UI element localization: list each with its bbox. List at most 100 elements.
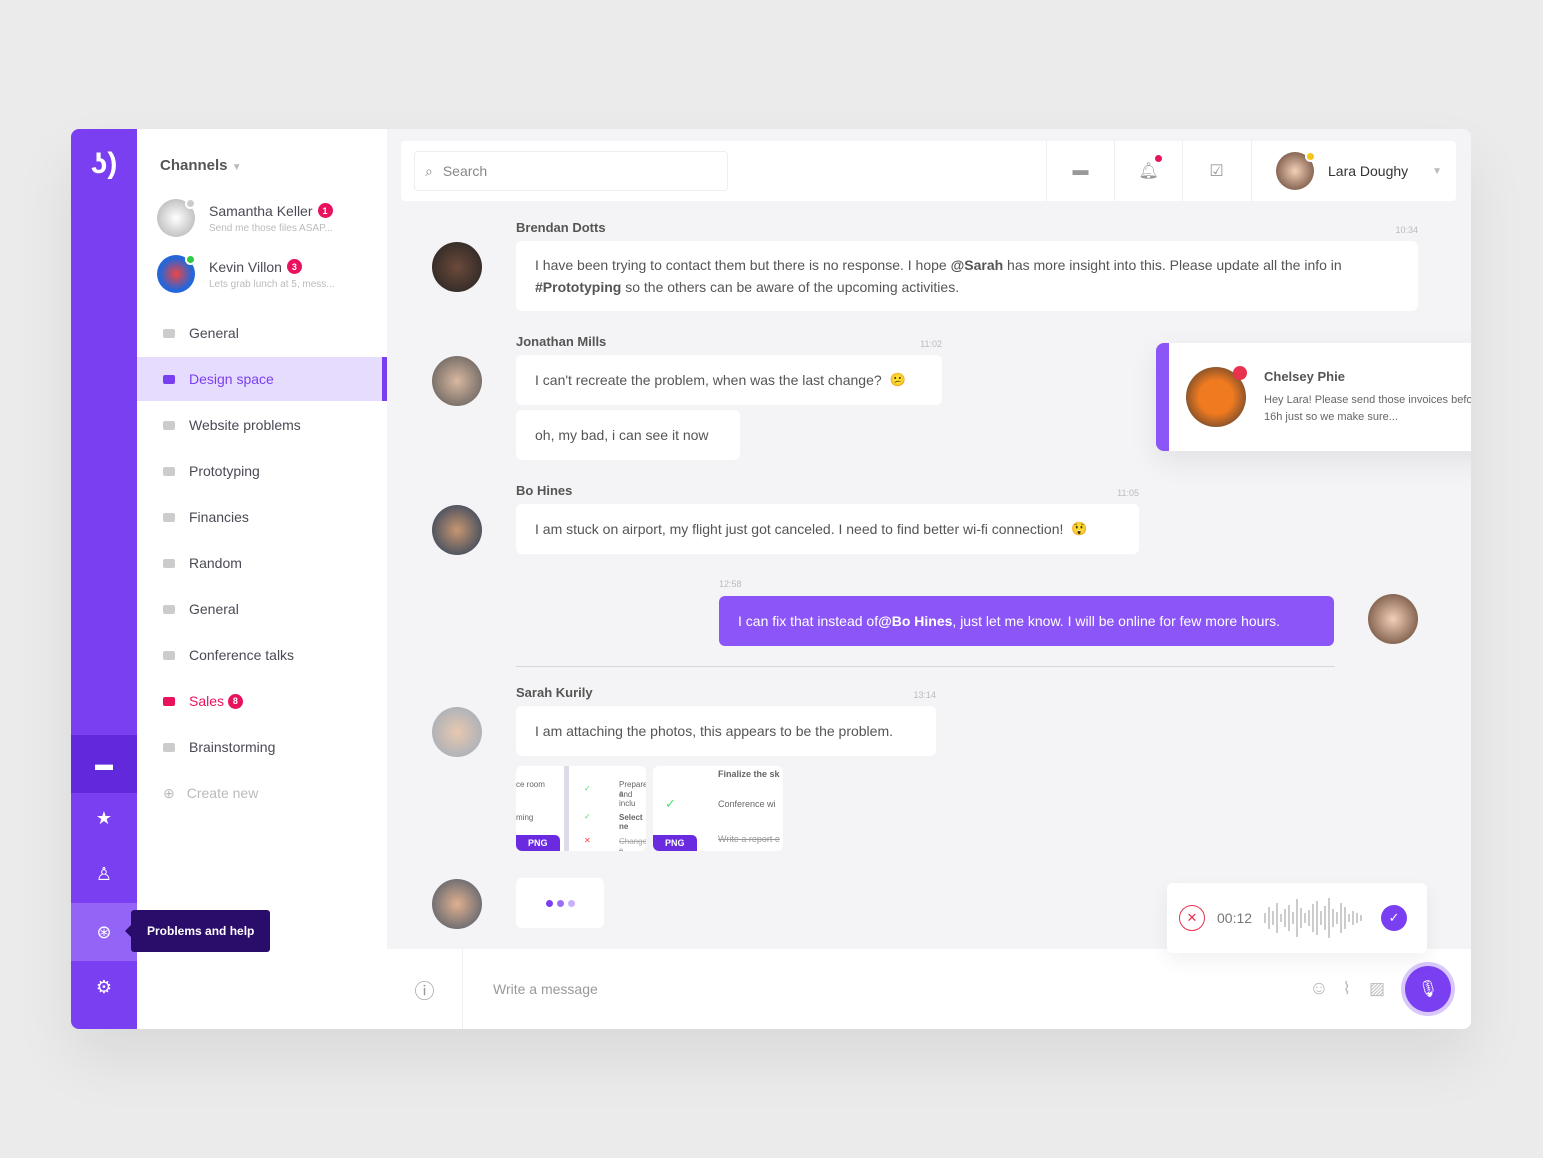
sender-name: Bo Hines xyxy=(516,483,573,498)
logo: ʖ) xyxy=(90,147,118,180)
image-divider xyxy=(564,766,569,851)
message: Jonathan Mills 11:02 I can't recreate th… xyxy=(516,334,942,460)
channel-icon xyxy=(163,328,175,338)
channel-conference-talks[interactable]: Conference talks xyxy=(137,633,387,677)
image-text: and inclu xyxy=(619,790,636,808)
unread-badge: 8 xyxy=(227,693,243,709)
image-icon[interactable]: ▨ xyxy=(1369,979,1385,999)
message: Sarah Kurily 13:14 I am attaching the ph… xyxy=(516,685,936,756)
file-type-badge: PNG xyxy=(653,835,697,851)
folder-icon[interactable]: ▬ xyxy=(1046,141,1114,201)
info-icon[interactable]: ⓘ xyxy=(387,949,463,1029)
channel-label: Prototyping xyxy=(189,463,260,479)
create-new-channel[interactable]: ⊕ Create new xyxy=(137,771,387,815)
mention[interactable]: @Bo Hines xyxy=(878,610,952,632)
channels-dropdown[interactable]: Channels ▼ xyxy=(160,157,242,174)
microphone-button[interactable]: 🎙︎ xyxy=(1405,966,1451,1012)
image-text: ming xyxy=(516,813,534,822)
channel-icon xyxy=(163,558,175,568)
channel-website-problems[interactable]: Website problems xyxy=(137,403,387,447)
confirm-recording-button[interactable]: ✓ xyxy=(1381,905,1408,931)
plus-circle-icon: ⊕ xyxy=(163,784,175,801)
mention[interactable]: @Sarah xyxy=(951,257,1004,273)
dm-item[interactable]: Samantha Keller 1 Send me those files ASAP… xyxy=(157,198,333,237)
timestamp: 11:02 xyxy=(920,339,942,349)
message: Bo Hines 11:05 I am stuck on airport, my… xyxy=(516,483,1139,554)
channel-design-space[interactable]: Design space xyxy=(137,357,387,401)
waveform-bar xyxy=(1280,914,1283,922)
waveform-bar xyxy=(1352,911,1355,925)
channel-prototyping[interactable]: Prototyping xyxy=(137,449,387,493)
channel-financies[interactable]: Financies xyxy=(137,495,387,539)
channel-label: Brainstorming xyxy=(189,739,276,755)
waveform-bar xyxy=(1268,907,1271,929)
cross-icon: ✕ xyxy=(584,836,591,845)
timestamp: 13:14 xyxy=(913,690,936,700)
channel-brainstorming[interactable]: Brainstorming xyxy=(137,725,387,769)
message-input[interactable]: Write a message xyxy=(493,981,1309,997)
check-icon: ✓ xyxy=(584,812,591,821)
top-bar: ⌕ Search ▬ 🔔︎ ☑ Lara Doughy ▼ xyxy=(401,141,1456,201)
waveform-bar xyxy=(1308,910,1311,926)
message-text: so the others can be aware of the upcomi… xyxy=(621,279,960,295)
waveform-bar xyxy=(1332,909,1335,927)
message-text: I am stuck on airport, my flight just go… xyxy=(535,521,1064,537)
dm-preview: Send me those files ASAP... xyxy=(209,222,333,234)
message-text: I can't recreate the problem, when was t… xyxy=(535,372,882,388)
waveform-bar xyxy=(1348,914,1351,922)
channel-label: Create new xyxy=(186,785,259,801)
voice-recorder: ✕ 00:12 ✓ xyxy=(1167,883,1427,953)
image-attachment[interactable]: Finalize the sk ✓ Conference wi Write a r… xyxy=(653,766,783,851)
cancel-recording-button[interactable]: ✕ xyxy=(1179,905,1205,931)
channel-icon xyxy=(163,466,175,476)
unread-badge: 1 xyxy=(317,203,333,218)
bell-icon[interactable]: 🔔︎ xyxy=(1114,141,1182,201)
chat-icon[interactable]: ▬ xyxy=(71,735,137,793)
channel-general-2[interactable]: General xyxy=(137,587,387,631)
star-icon[interactable]: ★ xyxy=(71,789,137,847)
dm-item[interactable]: Kevin Villon 3 Lets grab lunch at 5, mess.… xyxy=(157,254,335,293)
message-bubble: oh, my bad, i can see it now xyxy=(516,410,740,460)
waveform-bar xyxy=(1356,913,1359,923)
channel-general[interactable]: General xyxy=(137,311,387,355)
dm-name: Kevin Villon xyxy=(209,258,282,275)
search-input[interactable]: ⌕ Search xyxy=(414,151,728,191)
gear-icon[interactable]: ⚙ xyxy=(71,958,137,1016)
hashtag[interactable]: #Prototyping xyxy=(535,279,621,295)
channel-label: General xyxy=(189,325,239,341)
dm-name: Samantha Keller xyxy=(209,202,313,219)
emoji-icon[interactable]: ☺ xyxy=(1309,978,1328,1000)
unread-badge: 3 xyxy=(286,259,302,274)
task-check-icon[interactable]: ☑ xyxy=(1182,141,1250,201)
message-notification[interactable]: Chelsey Phie Hey Lara! Please send those… xyxy=(1156,343,1471,451)
avatar xyxy=(432,242,482,292)
user-avatar xyxy=(1276,151,1316,190)
chevron-down-icon: ▼ xyxy=(1432,165,1443,177)
channel-icon xyxy=(163,420,175,430)
avatar xyxy=(432,505,482,555)
message: Brendan Dotts 10:34 I have been trying t… xyxy=(516,220,1418,311)
own-message-bubble: I can fix that instead of @Bo Hines, jus… xyxy=(719,596,1334,646)
channel-sidebar: Channels ▼ Samantha Keller 1 Send me those… xyxy=(137,129,387,1029)
channel-sales[interactable]: Sales 8 xyxy=(137,679,387,723)
channel-icon xyxy=(163,374,175,384)
channel-label: General xyxy=(189,601,239,617)
waveform-bar xyxy=(1312,904,1315,932)
user-menu[interactable]: Lara Doughy ▼ xyxy=(1251,141,1456,201)
channel-label: Financies xyxy=(189,509,249,525)
paperclip-icon[interactable]: ⌇ xyxy=(1343,979,1351,999)
channel-label: Design space xyxy=(189,371,274,387)
channel-icon xyxy=(163,604,175,614)
channel-random[interactable]: Random xyxy=(137,541,387,585)
message-bubble: I have been trying to contact them but t… xyxy=(516,241,1418,311)
message-text: I have been trying to contact them but t… xyxy=(535,257,951,273)
waveform-bar xyxy=(1340,903,1343,933)
message-bubble: I am attaching the photos, this appears … xyxy=(516,706,936,756)
channel-label: Website problems xyxy=(189,417,301,433)
image-attachment[interactable]: ce room ming ✓ Prepare a and inclu ✓ Selec… xyxy=(516,766,646,851)
waveform-bar xyxy=(1288,905,1291,931)
user-add-icon[interactable]: ♙ xyxy=(71,845,137,903)
waveform-bar xyxy=(1324,906,1327,930)
search-placeholder: Search xyxy=(442,163,488,179)
waveform-bar xyxy=(1320,911,1323,925)
